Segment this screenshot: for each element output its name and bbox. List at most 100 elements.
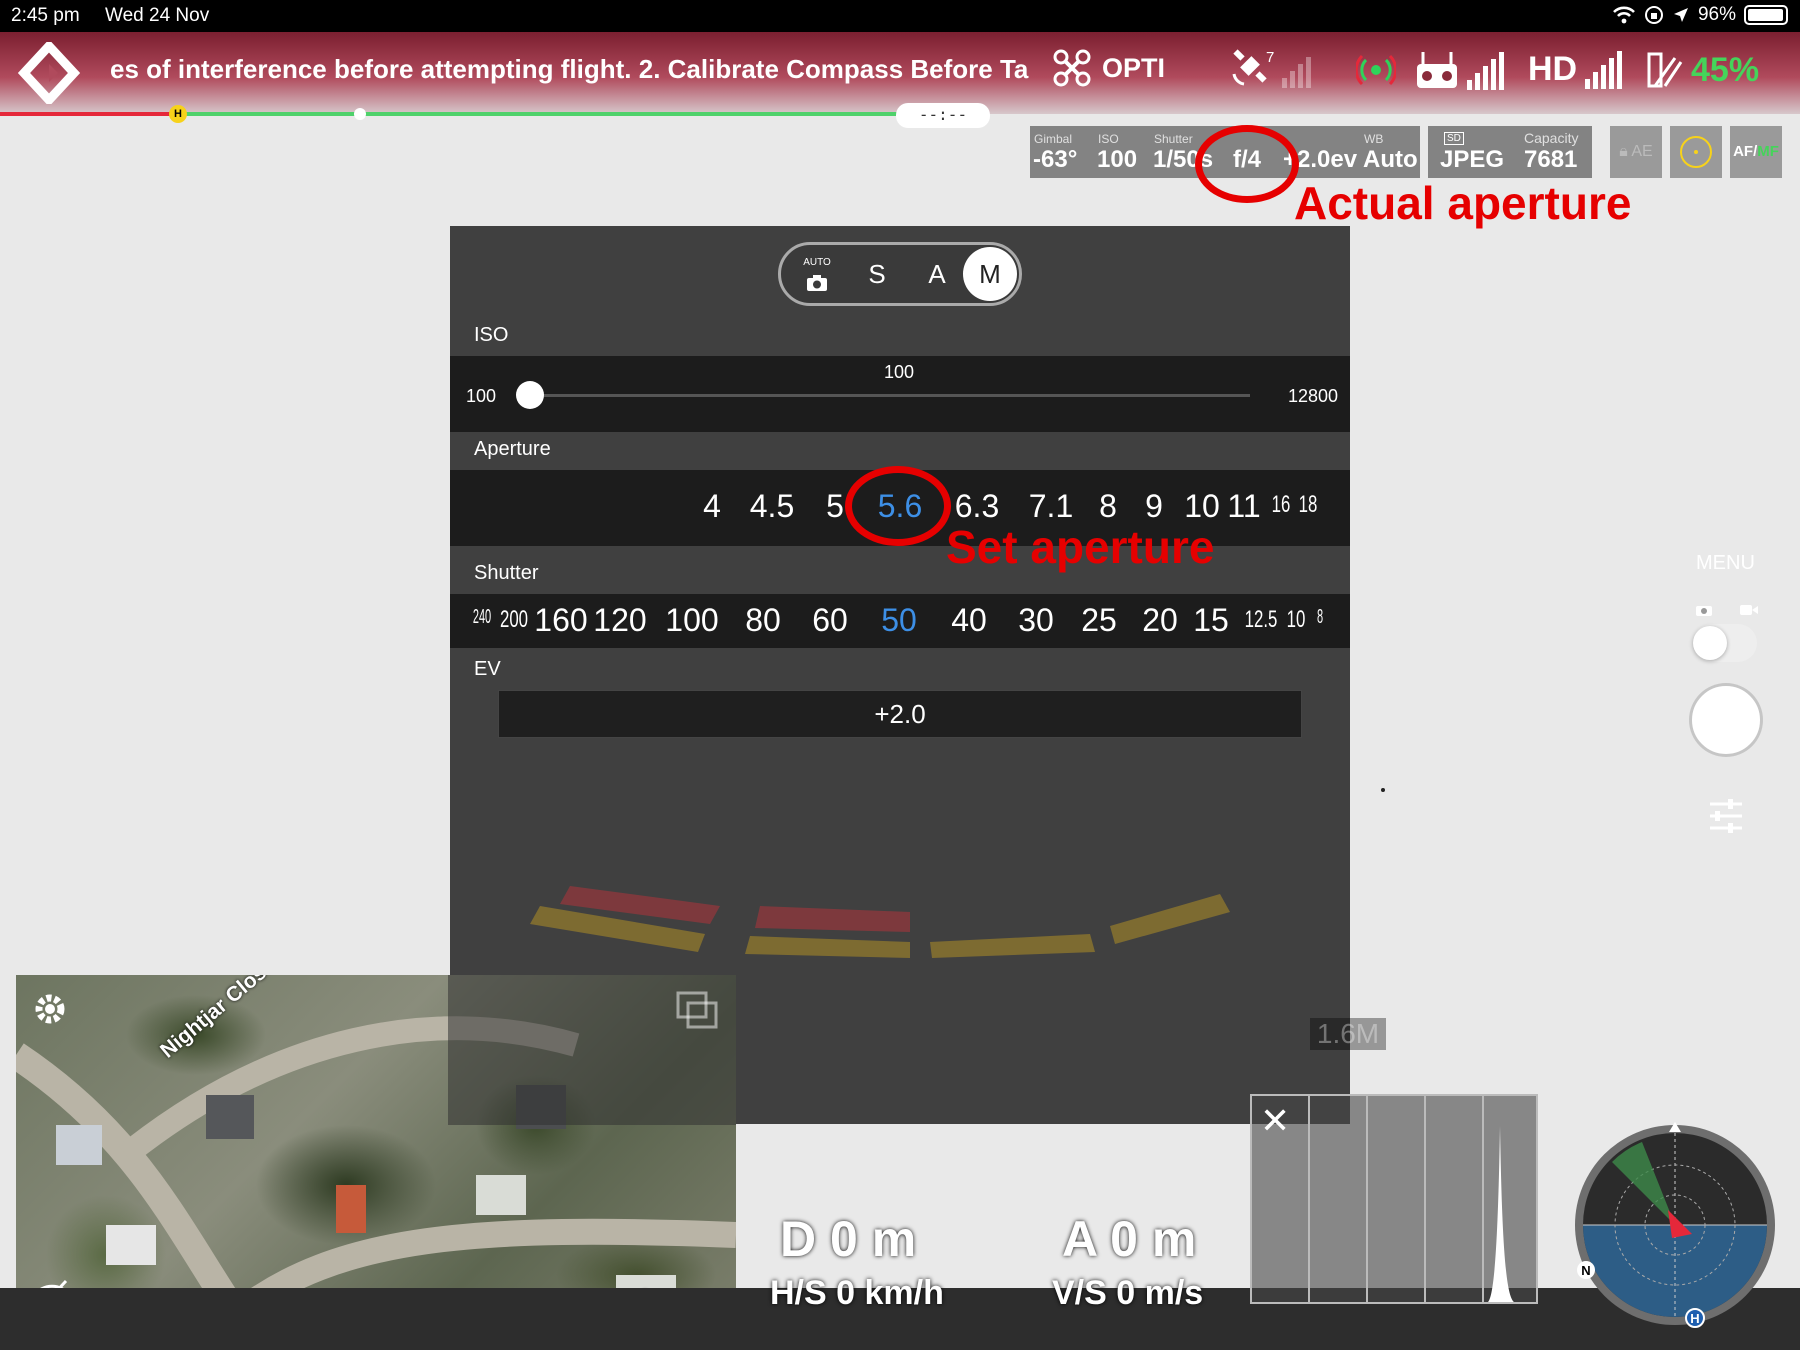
map-expand-icon[interactable] [676,991,720,1031]
sd-card-icon: SD [1444,132,1464,145]
iso-param-label: ISO [1098,132,1119,146]
drone-battery[interactable]: 45% [1645,50,1759,90]
shutter-stop[interactable]: 100 [665,602,718,639]
histogram-panel[interactable]: ✕ [1250,1094,1538,1304]
status-indicators: 96% [1612,4,1788,26]
shutter-stop[interactable]: 200 [500,606,528,634]
shutter-stop[interactable]: 8 [1317,606,1323,629]
shutter-stop[interactable]: 50 [881,602,917,639]
top-status-bar: es of interference before attempting fli… [0,32,1800,114]
iso-slider-track[interactable] [530,394,1250,397]
shutter-stop[interactable]: 30 [1018,602,1054,639]
compass-north-label: N [1581,1263,1590,1278]
aircraft-position-dot [354,108,366,120]
ae-label: AE [1631,143,1653,160]
map-settings-gear-icon[interactable] [30,989,70,1029]
remote-controller-icon [1417,52,1457,88]
video-link-signal[interactable]: HD [1528,50,1623,89]
gps-signal-bars [1282,54,1312,88]
shutter-stop[interactable]: 15 [1193,602,1229,639]
shutter-stop[interactable]: 80 [745,602,781,639]
shutter-param-label: Shutter [1154,132,1193,146]
vertical-speed-readout: V/S 0 m/s [1052,1274,1204,1312]
shutter-stop[interactable]: 160 [534,602,587,639]
drone-icon [1053,49,1091,87]
actual-aperture-circle [1195,125,1299,203]
aperture-stop[interactable]: 11 [1227,488,1260,525]
drone-status[interactable]: OPTI [1052,48,1165,88]
mode-auto-label: AUTO [803,257,831,268]
af-label: AF [1733,143,1754,160]
af-mf-toggle[interactable]: AF/MF [1730,126,1782,178]
battery-percent: 96% [1697,4,1736,25]
rc-signal-bars [1467,52,1504,90]
warning-ticker[interactable]: es of interference before attempting fli… [110,54,1040,85]
shutter-stop[interactable]: 40 [951,602,987,639]
capture-shutter-button[interactable] [1692,686,1760,754]
menu-button[interactable]: MENU [1696,552,1755,575]
toggle-knob[interactable] [1693,626,1727,660]
histogram-close-icon[interactable]: ✕ [1260,1100,1290,1142]
camera-icon [807,275,827,291]
mode-auto[interactable]: AUTO [791,249,843,299]
iso-slider-thumb[interactable] [516,381,544,409]
mode-s[interactable]: S [851,249,903,299]
image-format: JPEG [1440,146,1505,173]
app-logo-icon[interactable] [16,39,82,107]
track-red-segment [0,112,175,116]
flight-time-pill: --:-- [896,103,990,128]
mode-a[interactable]: A [911,249,963,299]
status-date: Wed 24 Nov [105,5,210,26]
set-aperture-circle [845,466,951,546]
remote-controller-signal[interactable] [1415,50,1504,90]
mf-label: MF [1757,143,1779,160]
aperture-stop[interactable]: 5 [826,488,844,525]
video-signal-bars [1585,51,1623,89]
location-arrow-icon [1673,8,1688,22]
satellite-icon [1232,49,1267,86]
mode-m[interactable]: M [963,247,1017,301]
photo-video-toggle[interactable] [1693,624,1757,662]
compass-home-label: H [1690,1311,1699,1326]
focus-target-icon [1680,136,1712,168]
gps-status[interactable]: 7 [1230,48,1312,88]
aperture-stop[interactable]: 18 [1299,491,1318,519]
shutter-selector[interactable]: 240 200 160 120 100 80 60 50 40 30 25 20 15 12.5 10 8 [450,594,1350,648]
aperture-section-label: Aperture [474,438,551,460]
camera-settings-sliders-icon[interactable] [1706,796,1746,836]
obstacle-radar-icon[interactable] [1354,50,1398,95]
viewfinder-dot [1381,788,1385,792]
set-aperture-annotation: Set aperture [946,521,1215,573]
shutter-stop[interactable]: 120 [593,602,646,639]
map-view[interactable]: Nightjar Close mapbox [16,975,736,1333]
shutter-stop[interactable]: 25 [1081,602,1117,639]
ae-lock-button[interactable]: 🔒︎ AE [1610,126,1662,178]
ev-value-field[interactable]: +2.0 [498,690,1302,738]
video-mode-icon [1740,605,1758,615]
compass-radar[interactable]: N H [1572,1122,1778,1328]
storage-info[interactable]: SD JPEG Capacity 7681 [1428,126,1592,178]
exposure-mode-switch[interactable]: AUTO S A M [778,242,1022,306]
shutter-stop[interactable]: 20 [1142,602,1178,639]
shutter-stop[interactable]: 60 [812,602,848,639]
focus-target-button[interactable] [1670,126,1722,178]
aperture-stop[interactable]: 4 [703,488,721,525]
shutter-stop[interactable]: 12.5 [1245,606,1278,634]
satellite-count: 7 [1266,49,1275,66]
altitude-readout: A 0 m [1062,1211,1197,1267]
status-time: 2:45 pm [11,5,80,26]
shutter-section-label: Shutter [474,562,539,584]
iso-current: 100 [884,362,915,382]
gimbal-label: Gimbal [1034,132,1073,146]
video-quality-label: HD [1528,50,1578,88]
aperture-stop[interactable]: 4.5 [750,488,794,525]
drone-battery-percent: 45% [1691,50,1760,89]
aperture-stop[interactable]: 16 [1272,491,1291,519]
wifi-icon [1613,6,1635,24]
battery-fill [1748,9,1783,21]
shutter-stop[interactable]: 240 [473,606,491,629]
shutter-stop[interactable]: 10 [1287,606,1306,634]
ev-section-label: EV [474,658,501,680]
photo-mode-icon [1696,606,1712,616]
capacity-label: Capacity [1524,130,1579,146]
